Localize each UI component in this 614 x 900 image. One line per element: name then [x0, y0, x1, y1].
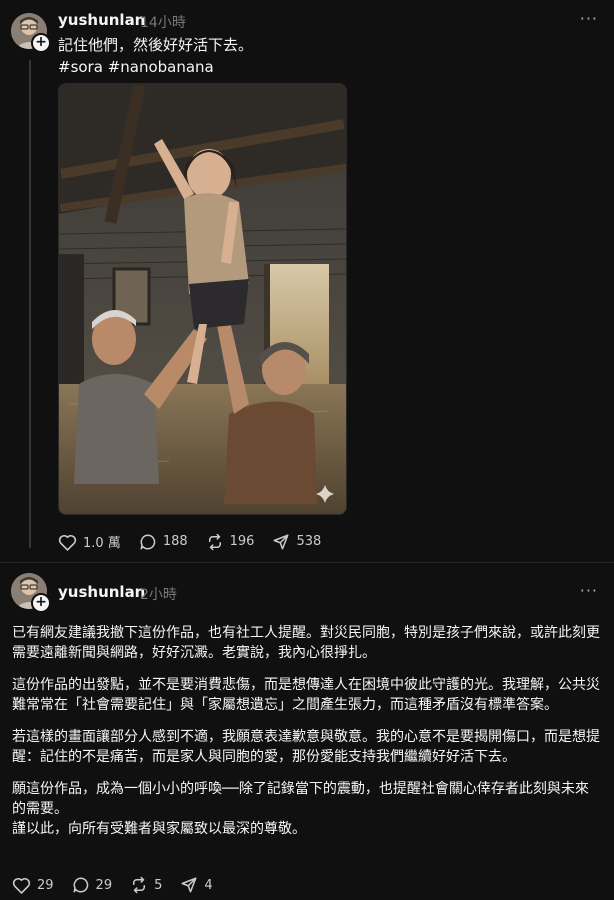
post-caption: 記住他們，然後好好活下去。 #sora #nanobanana: [58, 34, 253, 78]
comment-button[interactable]: 29: [72, 876, 113, 894]
flood-scene-image: [59, 84, 346, 514]
caption-hashtags[interactable]: #sora #nanobanana: [58, 56, 253, 78]
like-count: 29: [37, 877, 54, 893]
post-body: 已有網友建議我撤下這份作品，也有社工人提醒。對災民同胞，特別是孩子們來說，或許此…: [12, 623, 602, 851]
post-username[interactable]: yushunlan: [58, 583, 145, 601]
like-button[interactable]: 1.0 萬: [58, 532, 121, 551]
post-action-bar: 1.0 萬 188 196 538: [58, 532, 339, 551]
thread-post-2: + yushunlan 2小時 ··· 已有網友建議我撤下這份作品，也有社工人提…: [0, 562, 614, 900]
follow-plus-icon[interactable]: +: [31, 593, 51, 613]
repost-arrows-icon: [208, 533, 221, 550]
repost-arrows-icon: [133, 876, 146, 894]
post-action-bar: 29 29 5 4: [12, 876, 231, 894]
like-button[interactable]: 29: [12, 876, 54, 894]
comment-bubble-icon: [140, 534, 156, 549]
share-button[interactable]: 538: [272, 533, 321, 551]
comment-bubble-icon: [73, 877, 88, 893]
share-count: 538: [296, 534, 322, 549]
share-count: 4: [204, 877, 213, 893]
share-button[interactable]: 4: [180, 876, 213, 894]
repost-button[interactable]: 5: [130, 876, 162, 894]
post-username[interactable]: yushunlan: [58, 11, 145, 29]
paragraph: 若這樣的畫面讓部分人感到不適，我願意表達歉意與敬意。我的心意不是要揭開傷口，而是…: [12, 729, 600, 765]
like-count: 1.0 萬: [83, 536, 121, 551]
thread-post-1: + yushunlan 14小時 ··· 記住他們，然後好好活下去。 #sora…: [0, 0, 614, 562]
comment-button[interactable]: 188: [139, 533, 188, 551]
paragraph: 願這份作品，成為一個小小的呼喚──除了記錄當下的震動，也提醒社會關心倖存者此刻與…: [12, 781, 589, 817]
send-plane-icon: [273, 534, 289, 549]
repost-count: 196: [229, 534, 255, 549]
follow-plus-icon[interactable]: +: [31, 33, 51, 53]
more-options-button[interactable]: ···: [580, 581, 598, 600]
post-timestamp[interactable]: 2小時: [140, 584, 177, 604]
post-image[interactable]: [58, 83, 347, 515]
caption-text: 記住他們，然後好好活下去。: [58, 36, 254, 54]
paragraph: 已有網友建議我撤下這份作品，也有社工人提醒。對災民同胞，特別是孩子們來說，或許此…: [12, 625, 600, 661]
paragraph: 這份作品的出發點，並不是要消費悲傷，而是想傳達人在困境中彼此守護的光。我理解，公…: [12, 677, 600, 713]
repost-button[interactable]: 196: [206, 533, 255, 551]
comment-count: 188: [162, 534, 188, 549]
thread-connector-line: [29, 60, 31, 548]
repost-count: 5: [154, 877, 163, 893]
heart-icon: [12, 877, 31, 894]
comment-count: 29: [95, 877, 113, 893]
heart-icon: [58, 534, 77, 551]
post-timestamp[interactable]: 14小時: [140, 12, 186, 32]
more-options-button[interactable]: ···: [580, 9, 598, 28]
closing-line: 謹以此，向所有受難者與家屬致以最深的尊敬。: [12, 821, 306, 837]
send-plane-icon: [181, 877, 197, 893]
